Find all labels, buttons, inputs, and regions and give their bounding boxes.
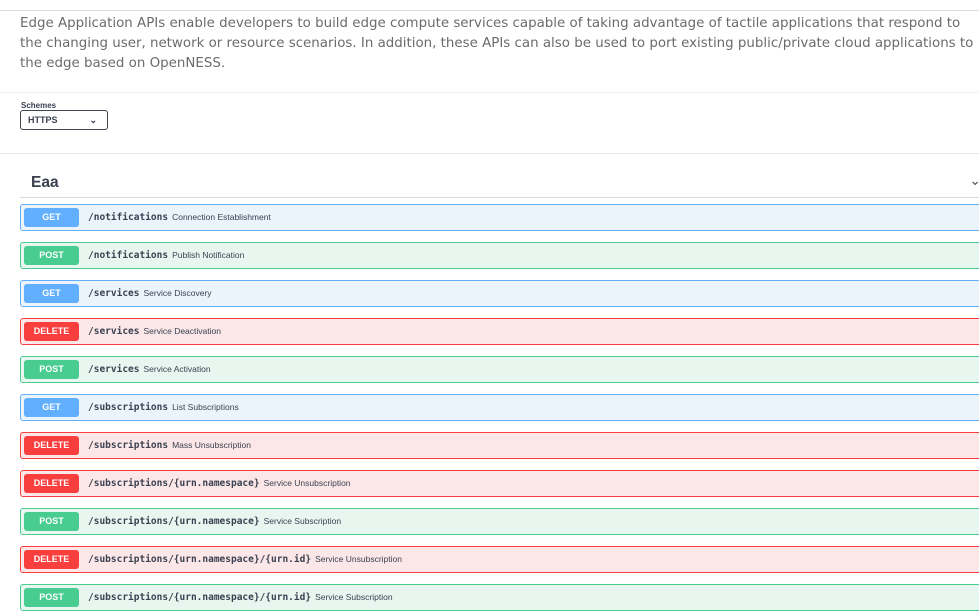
operation-summary: Publish Notification <box>172 250 245 260</box>
operation-row[interactable]: POST/notifications Publish Notification <box>20 242 979 269</box>
operation-row[interactable]: DELETE/subscriptions Mass Unsubscription <box>20 432 979 459</box>
operation-path: /subscriptions/{urn.namespace}/{urn.id} <box>88 592 312 603</box>
operation-row[interactable]: POST/services Service Activation <box>20 356 979 383</box>
description-line: the edge based on OpenNESS. <box>20 56 226 71</box>
method-badge: GET <box>24 398 79 417</box>
operation-summary: Mass Unsubscription <box>172 440 251 450</box>
method-badge: POST <box>24 246 79 265</box>
operation-path-container: /services Service Discovery <box>88 288 212 299</box>
method-badge: DELETE <box>24 322 79 341</box>
description-line: Edge Application APIs enable developers … <box>20 16 961 31</box>
description-line: the changing user, network or resource s… <box>20 36 974 51</box>
operation-row[interactable]: POST/subscriptions/{urn.namespace}/{urn.… <box>20 584 979 611</box>
top-divider <box>0 10 979 11</box>
method-badge: POST <box>24 512 79 531</box>
operation-row[interactable]: GET/notifications Connection Establishmen… <box>20 204 979 231</box>
method-badge: DELETE <box>24 436 79 455</box>
operation-path-container: /subscriptions/{urn.namespace} Service Su… <box>88 516 341 527</box>
schemes-section: Schemes HTTPS ⌄ <box>0 92 979 154</box>
operation-summary: Service Activation <box>143 364 211 374</box>
schemes-selected-value: HTTPS <box>28 115 58 125</box>
operation-row[interactable]: POST/subscriptions/{urn.namespace} Servic… <box>20 508 979 535</box>
operation-path-container: /subscriptions/{urn.namespace}/{urn.id} S… <box>88 554 402 565</box>
method-badge: POST <box>24 360 79 379</box>
tag-title: Eaa <box>31 174 59 191</box>
method-badge: DELETE <box>24 550 79 569</box>
operation-path: /subscriptions/{urn.namespace} <box>88 478 260 489</box>
schemes-label: Schemes <box>21 101 57 110</box>
operation-summary: Connection Establishment <box>172 212 271 222</box>
operation-path-container: /notifications Connection Establishment <box>88 212 271 223</box>
operation-path: /services <box>88 364 140 375</box>
operation-path-container: /services Service Deactivation <box>88 326 221 337</box>
chevron-down-icon: ⌄ <box>89 115 97 125</box>
operation-path: /notifications <box>88 212 169 223</box>
operation-row[interactable]: GET/services Service Discovery <box>20 280 979 307</box>
operation-path: /subscriptions/{urn.namespace}/{urn.id} <box>88 554 312 565</box>
operation-path: /notifications <box>88 250 169 261</box>
operation-summary: Service Unsubscription <box>263 478 351 488</box>
method-badge: DELETE <box>24 474 79 493</box>
operation-path-container: /services Service Activation <box>88 364 211 375</box>
operation-summary: Service Discovery <box>143 288 212 298</box>
method-badge: GET <box>24 284 79 303</box>
method-badge: POST <box>24 588 79 607</box>
operation-path-container: /notifications Publish Notification <box>88 250 244 261</box>
operation-path-container: /subscriptions Mass Unsubscription <box>88 440 251 451</box>
operation-summary: Service Deactivation <box>143 326 221 336</box>
operation-summary: List Subscriptions <box>172 402 239 412</box>
operation-path-container: /subscriptions/{urn.namespace} Service Un… <box>88 478 351 489</box>
operation-path: /subscriptions/{urn.namespace} <box>88 516 260 527</box>
api-description: Edge Application APIs enable developers … <box>20 14 979 74</box>
operation-path: /subscriptions <box>88 402 169 413</box>
operation-summary: Service Subscription <box>263 516 342 526</box>
operation-row[interactable]: DELETE/services Service Deactivation <box>20 318 979 345</box>
operation-row[interactable]: DELETE/subscriptions/{urn.namespace}/{ur… <box>20 546 979 573</box>
operation-summary: Service Unsubscription <box>315 554 402 564</box>
operation-path-container: /subscriptions/{urn.namespace}/{urn.id} S… <box>88 592 393 603</box>
operation-path: /services <box>88 288 140 299</box>
operation-row[interactable]: DELETE/subscriptions/{urn.namespace} Serv… <box>20 470 979 497</box>
chevron-down-icon[interactable]: ⌄ <box>969 172 979 189</box>
operation-path-container: /subscriptions List Subscriptions <box>88 402 239 413</box>
tag-section-eaa[interactable]: Eaa ⌄ <box>20 166 979 198</box>
operation-row[interactable]: GET/subscriptions List Subscriptions <box>20 394 979 421</box>
operation-path: /services <box>88 326 140 337</box>
schemes-select[interactable]: HTTPS ⌄ <box>20 110 108 130</box>
operation-summary: Service Subscription <box>315 592 393 602</box>
operation-path: /subscriptions <box>88 440 169 451</box>
method-badge: GET <box>24 208 79 227</box>
